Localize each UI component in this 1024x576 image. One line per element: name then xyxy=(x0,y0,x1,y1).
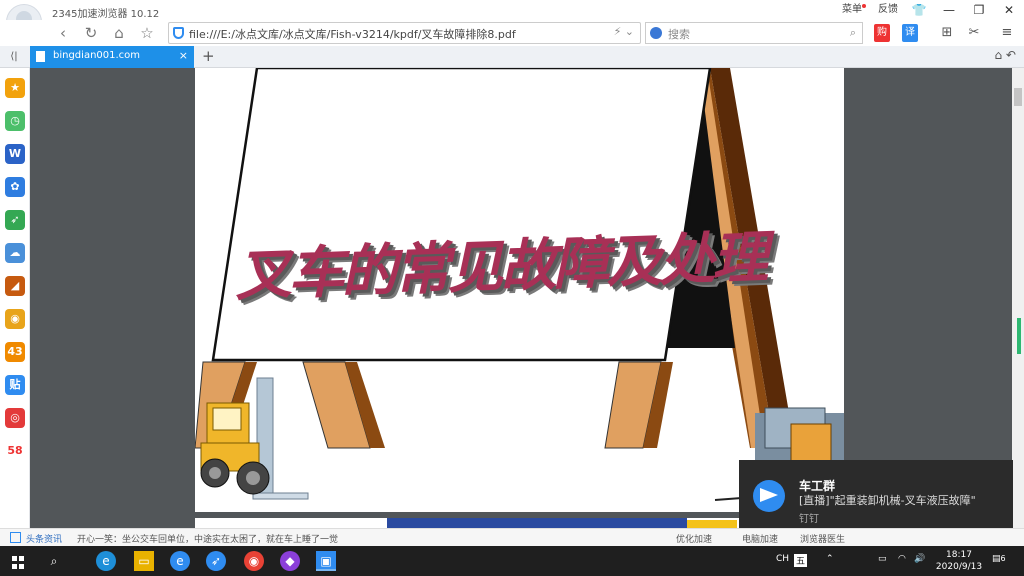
close-button[interactable]: ✕ xyxy=(994,0,1024,20)
sidebar-toggle-icon[interactable]: ⟨| xyxy=(4,48,24,66)
screenshot-scissors-icon[interactable]: ✂ xyxy=(965,24,983,42)
back-button[interactable]: ‹ xyxy=(52,22,74,44)
notification-toast[interactable]: 车工群 [直播]"起重装卸机械-叉车液压故障" 钉钉 xyxy=(739,460,1013,536)
next-page-blue-band xyxy=(387,518,687,528)
2345-browser-icon[interactable]: e xyxy=(170,551,190,571)
next-page-yellow-band xyxy=(687,520,737,528)
cloud-icon[interactable]: ☁ xyxy=(5,243,25,263)
menu-label: 菜单 xyxy=(842,4,862,15)
tieba-icon[interactable]: 贴 xyxy=(5,375,25,395)
clock-date: 2020/9/13 xyxy=(935,562,983,572)
tab-close-icon[interactable]: × xyxy=(179,49,188,62)
edge-browser-icon[interactable]: e xyxy=(96,551,116,571)
tab-tools[interactable]: ⌂ ↶ xyxy=(995,48,1017,62)
drop-app-icon[interactable]: ◆ xyxy=(280,551,300,571)
news-label[interactable]: 头条资讯 xyxy=(26,532,62,545)
sidebar: ★ ◷ W ✿ ➶ ☁ ◢ ◉ 43 贴 ◎ 58 xyxy=(0,68,30,528)
address-tools[interactable]: ⚡ ⌄ xyxy=(614,25,634,38)
word-icon[interactable]: W xyxy=(5,144,25,164)
58-icon[interactable]: 58 xyxy=(5,441,25,461)
browser-window: 登录 2345加速浏览器 10.12 菜单 反馈 👕 — ❐ ✕ ‹ ↻ ⌂ ☆… xyxy=(0,0,1024,576)
baidu-search-icon xyxy=(650,27,662,39)
refresh-button[interactable]: ↻ xyxy=(80,22,102,44)
system-clock[interactable]: 18:17 2020/9/13 xyxy=(934,549,984,573)
status-bar: 头条资讯 开心一笑：坐公交车回单位，中途实在太困了，就在车上睡了一觉 优化加速 … xyxy=(0,528,1024,546)
taskbar-search-icon[interactable]: ⌕ xyxy=(44,551,64,571)
tab-title: bingdian001.com xyxy=(53,50,141,61)
chrome-icon[interactable]: ◉ xyxy=(244,551,264,571)
search-placeholder[interactable]: 搜索 xyxy=(668,26,690,42)
windows-taskbar: ⌕ e ▭ e ➶ ◉ ◆ ▣ CH 五 ⌃ ▭ ◠ 🔊 18:17 2020/… xyxy=(0,546,1024,576)
netease-music-icon[interactable]: ◎ xyxy=(5,408,25,428)
ime-mode-icon[interactable]: 五 xyxy=(794,554,808,567)
news-ticker[interactable]: 开心一笑：坐公交车回单位，中途实在太困了，就在车上睡了一觉 xyxy=(77,532,338,545)
vertical-scrollbar[interactable] xyxy=(1012,68,1024,528)
security-shield-icon xyxy=(173,27,184,39)
4399-icon[interactable]: 43 xyxy=(5,342,25,362)
clock-icon[interactable]: ◷ xyxy=(5,111,25,131)
app-title: 2345加速浏览器 10.12 xyxy=(52,9,160,20)
address-bar[interactable]: file:///E:/冰点文库/冰点文库/Fish-v3214/kpdf/叉车故… xyxy=(168,22,641,44)
news-icon xyxy=(10,532,21,543)
pdf-page: 叉车的常见故障及处理 xyxy=(195,68,844,512)
game-icon[interactable]: ◢ xyxy=(5,276,25,296)
document-icon xyxy=(36,51,45,62)
volume-icon[interactable]: 🔊 xyxy=(914,554,925,564)
tab-bar: ⟨| bingdian001.com × + ⌂ ↶ xyxy=(0,46,1024,73)
menu-button[interactable]: 菜单 xyxy=(836,0,872,20)
baidu-icon[interactable]: ✿ xyxy=(5,177,25,197)
restore-button[interactable]: ❐ xyxy=(964,0,994,20)
speedup-button[interactable]: 电脑加速 xyxy=(742,532,778,545)
menu-badge xyxy=(862,4,866,8)
search-box[interactable]: 搜索 ⌕ xyxy=(645,22,863,44)
file-explorer-icon[interactable]: ▭ xyxy=(134,551,154,571)
notification-app-name: 钉钉 xyxy=(799,514,819,525)
ime-indicator[interactable]: CH xyxy=(776,554,789,564)
apps-grid-icon[interactable]: ⊞ xyxy=(938,24,956,42)
windows-start-icon[interactable] xyxy=(8,551,28,571)
notification-body: [直播]"起重装卸机械-叉车液压故障" xyxy=(799,494,976,507)
main-menu-icon[interactable]: ≡ xyxy=(998,24,1016,42)
tab-bingdian[interactable]: bingdian001.com × xyxy=(30,46,194,68)
address-url[interactable]: file:///E:/冰点文库/冰点文库/Fish-v3214/kpdf/叉车故… xyxy=(189,26,516,42)
title-bar: 登录 2345加速浏览器 10.12 菜单 反馈 👕 — ❐ ✕ xyxy=(0,0,1024,44)
home-button[interactable]: ⌂ xyxy=(108,22,130,44)
new-tab-button[interactable]: + xyxy=(202,47,218,73)
navigation-bar: ‹ ↻ ⌂ ☆ file:///E:/冰点文库/冰点文库/Fish-v3214/… xyxy=(0,20,1024,46)
battery-icon[interactable]: ▭ xyxy=(878,554,887,564)
search-icon[interactable]: ⌕ xyxy=(850,26,856,40)
dingtalk-taskbar-icon[interactable]: ➶ xyxy=(206,551,226,571)
tray-chevron-icon[interactable]: ⌃ xyxy=(826,554,834,564)
browser-doctor-button[interactable]: 浏览器医生 xyxy=(800,532,845,545)
minimize-button[interactable]: — xyxy=(934,0,964,20)
network-icon[interactable]: ◠ xyxy=(898,554,906,564)
shopping-extension-button[interactable]: 购 xyxy=(874,24,890,42)
clock-time: 18:17 xyxy=(946,550,972,560)
skin-icon[interactable]: 👕 xyxy=(904,0,934,20)
dingtalk-plane-glyph xyxy=(760,488,778,502)
translate-extension-button[interactable]: 译 xyxy=(902,24,918,42)
poster-title: 叉车的常见故障及处理 xyxy=(234,225,767,309)
arrow-app-icon[interactable]: ➶ xyxy=(5,210,25,230)
active-app-icon[interactable]: ▣ xyxy=(316,551,336,571)
window-controls: 菜单 反馈 👕 — ❐ ✕ xyxy=(836,0,1024,20)
action-center-count: 6 xyxy=(1000,554,1006,563)
new-tab-label: + xyxy=(202,47,215,65)
optimize-button[interactable]: 优化加速 xyxy=(676,532,712,545)
dingtalk-icon xyxy=(753,480,785,512)
favorites-icon[interactable]: ★ xyxy=(5,78,25,98)
easel-board xyxy=(211,68,712,362)
pdf-viewer[interactable]: 叉车的常见故障及处理 xyxy=(30,68,1012,528)
bookmark-star-button[interactable]: ☆ xyxy=(136,22,158,44)
scrollbar-thumb[interactable] xyxy=(1014,88,1022,106)
scroll-position-marker xyxy=(1017,318,1021,354)
weibo-icon[interactable]: ◉ xyxy=(5,309,25,329)
action-center-icon[interactable]: ▤6 xyxy=(992,554,1006,564)
feedback-button[interactable]: 反馈 xyxy=(872,0,904,20)
